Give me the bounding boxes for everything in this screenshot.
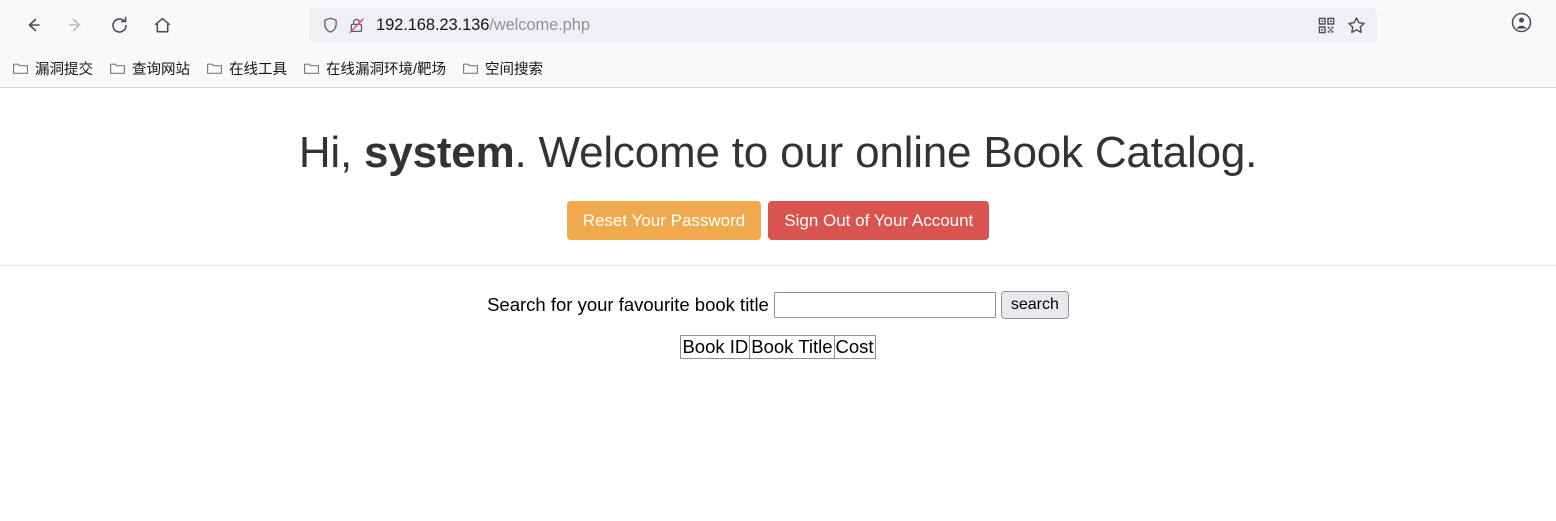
folder-icon bbox=[12, 60, 29, 77]
browser-chrome: 192.168.23.136/welcome.php 漏洞提交 查询网站 在线工… bbox=[0, 0, 1556, 88]
folder-icon bbox=[109, 60, 126, 77]
headline-suffix: . Welcome to our online Book Catalog. bbox=[514, 128, 1258, 177]
sign-out-button[interactable]: Sign Out of Your Account bbox=[768, 201, 990, 241]
book-search-form: Search for your favourite book title sea… bbox=[487, 291, 1069, 320]
column-header-book-title: Book Title bbox=[749, 335, 835, 360]
back-arrow-icon bbox=[23, 15, 43, 35]
url-host: 192.168.23.136 bbox=[376, 15, 490, 34]
bookmark-label: 空间搜索 bbox=[485, 62, 544, 78]
page-title: Hi, system. Welcome to our online Book C… bbox=[0, 128, 1556, 177]
home-icon bbox=[152, 15, 173, 36]
page-content: Hi, system. Welcome to our online Book C… bbox=[0, 88, 1556, 521]
url-bar-container: 192.168.23.136/welcome.php bbox=[194, 8, 1492, 42]
bookmark-item-1[interactable]: 查询网站 bbox=[102, 56, 197, 82]
search-button[interactable]: search bbox=[1000, 291, 1069, 320]
bookmark-label: 漏洞提交 bbox=[35, 62, 93, 78]
bookmarks-bar: 漏洞提交 查询网站 在线工具 在线漏洞环境/靶场 空间搜索 bbox=[0, 50, 1556, 87]
column-header-book-id: Book ID bbox=[680, 335, 751, 360]
table-header-row: Book ID Book Title Cost bbox=[680, 335, 876, 360]
bookmark-label: 查询网站 bbox=[132, 62, 190, 78]
url-bar[interactable]: 192.168.23.136/welcome.php bbox=[309, 8, 1377, 42]
bookmark-item-0[interactable]: 漏洞提交 bbox=[5, 56, 100, 82]
url-bar-actions bbox=[1311, 8, 1371, 42]
forward-button[interactable] bbox=[59, 8, 93, 42]
section-divider bbox=[0, 265, 1556, 267]
book-results-table-wrap: Book ID Book Title Cost bbox=[0, 335, 1556, 363]
forward-arrow-icon bbox=[66, 15, 86, 35]
folder-icon bbox=[462, 60, 479, 77]
search-label: Search for your favourite book title bbox=[487, 294, 769, 316]
bookmark-label: 在线漏洞环境/靶场 bbox=[326, 62, 447, 78]
shield-icon[interactable] bbox=[317, 12, 343, 38]
search-input[interactable] bbox=[773, 292, 996, 319]
table-head: Book ID Book Title Cost bbox=[680, 335, 876, 360]
reload-icon bbox=[109, 15, 130, 36]
book-results-table: Book ID Book Title Cost bbox=[680, 335, 876, 360]
account-avatar-icon bbox=[1510, 11, 1533, 39]
reset-password-button[interactable]: Reset Your Password bbox=[566, 201, 762, 241]
bookmark-item-4[interactable]: 空间搜索 bbox=[455, 56, 550, 82]
headline-username: system bbox=[364, 128, 515, 177]
folder-icon bbox=[206, 60, 223, 77]
folder-icon bbox=[303, 60, 320, 77]
bookmark-item-2[interactable]: 在线工具 bbox=[199, 56, 294, 82]
home-button[interactable] bbox=[145, 8, 179, 42]
bookmark-item-3[interactable]: 在线漏洞环境/靶场 bbox=[296, 56, 453, 82]
url-text: 192.168.23.136/welcome.php bbox=[376, 16, 1369, 35]
insecure-lock-icon[interactable] bbox=[343, 12, 369, 38]
browser-toolbar: 192.168.23.136/welcome.php bbox=[0, 0, 1556, 50]
welcome-jumbotron: Hi, system. Welcome to our online Book C… bbox=[0, 88, 1556, 241]
bookmark-star-icon[interactable] bbox=[1341, 11, 1371, 39]
reload-button[interactable] bbox=[102, 8, 136, 42]
account-button[interactable] bbox=[1504, 8, 1538, 42]
headline-prefix: Hi, bbox=[298, 128, 365, 177]
bookmark-label: 在线工具 bbox=[229, 62, 287, 78]
qr-code-icon[interactable] bbox=[1311, 11, 1341, 39]
search-section: Search for your favourite book title sea… bbox=[0, 291, 1556, 320]
back-button[interactable] bbox=[16, 8, 50, 42]
url-path: /welcome.php bbox=[489, 15, 590, 34]
account-actions: Reset Your Password Sign Out of Your Acc… bbox=[0, 201, 1556, 241]
column-header-cost: Cost bbox=[833, 335, 876, 360]
